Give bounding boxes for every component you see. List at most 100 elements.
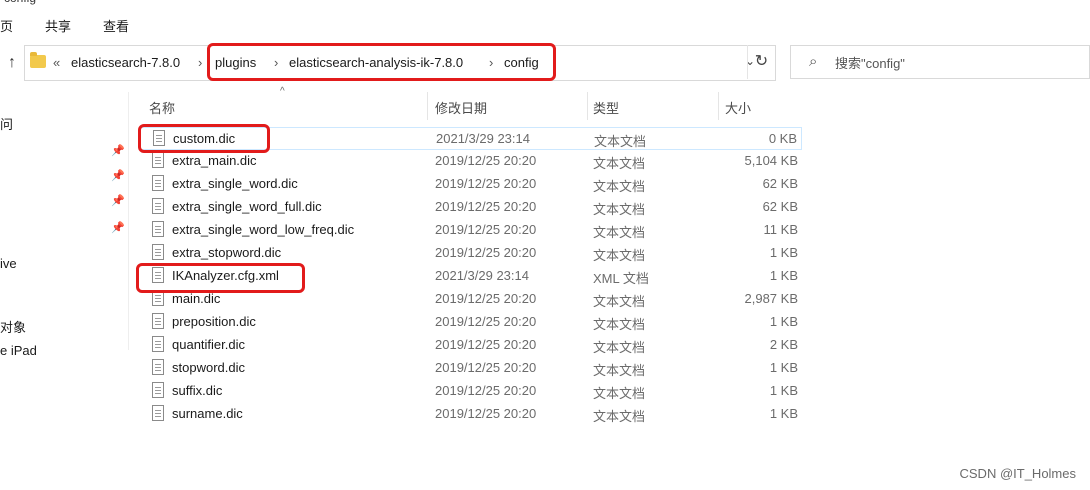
file-date: 2021/3/29 23:14 [436, 131, 530, 146]
file-name: extra_stopword.dic [172, 245, 282, 260]
file-row[interactable]: stopword.dic 2019/12/25 20:20 文本文档 1 KB [140, 357, 802, 380]
file-type: 文本文档 [593, 363, 646, 378]
column-header: ^ 名称 修改日期 类型 大小 [140, 86, 802, 120]
file-row[interactable]: extra_single_word_full.dic 2019/12/25 20… [140, 196, 802, 219]
breadcrumb-overflow[interactable]: « [53, 55, 60, 70]
nav-item[interactable]: 对象 [0, 317, 26, 336]
file-row[interactable]: extra_stopword.dic 2019/12/25 20:20 文本文档… [140, 242, 802, 265]
address-bar[interactable]: « elasticsearch-7.8.0 › plugins › elasti… [24, 45, 776, 81]
file-date: 2021/3/29 23:14 [435, 268, 529, 283]
nav-item[interactable]: e iPad [0, 343, 37, 358]
column-divider[interactable] [587, 92, 588, 120]
file-date: 2019/12/25 20:20 [435, 337, 537, 352]
document-icon [153, 130, 165, 146]
file-name: stopword.dic [172, 360, 245, 375]
breadcrumb-plugins[interactable]: plugins [215, 55, 256, 70]
file-name: extra_main.dic [172, 153, 257, 168]
file-name: custom.dic [173, 131, 236, 146]
file-date: 2019/12/25 20:20 [435, 383, 537, 398]
file-size: 2 KB [769, 337, 798, 352]
pin-icon: 📌 [111, 145, 125, 157]
breadcrumb-analysis-ik[interactable]: elasticsearch-analysis-ik-7.8.0 [289, 55, 463, 70]
document-icon [152, 198, 164, 214]
file-date: 2019/12/25 20:20 [435, 153, 537, 168]
file-name: extra_single_word_full.dic [172, 199, 322, 214]
column-type[interactable]: 类型 [593, 98, 619, 117]
document-icon [152, 336, 164, 352]
breadcrumb-config[interactable]: config [504, 55, 539, 70]
document-icon [152, 359, 164, 375]
file-name: extra_single_word_low_freq.dic [172, 222, 355, 237]
document-icon [152, 290, 164, 306]
address-row: ↑ « elasticsearch-7.8.0 › plugins › elas… [0, 40, 1090, 86]
file-size: 11 KB [763, 222, 798, 237]
file-type: 文本文档 [593, 202, 646, 217]
file-type: XML 文档 [593, 271, 649, 286]
file-size: 1 KB [769, 360, 798, 375]
file-size: 5,104 KB [744, 153, 799, 168]
file-name: surname.dic [172, 406, 243, 421]
pin-icon: 📌 [111, 195, 125, 207]
tab-view[interactable]: 查看 [103, 16, 129, 35]
file-row[interactable]: preposition.dic 2019/12/25 20:20 文本文档 1 … [140, 311, 802, 334]
file-type: 文本文档 [594, 134, 647, 149]
file-name: preposition.dic [172, 314, 256, 329]
file-type: 文本文档 [593, 225, 646, 240]
refresh-icon[interactable]: ↻ [747, 45, 775, 79]
search-box[interactable]: ⌕ [790, 45, 1090, 79]
file-row[interactable]: IKAnalyzer.cfg.xml 2021/3/29 23:14 XML 文… [140, 265, 802, 288]
watermark: CSDN @IT_Holmes [959, 466, 1077, 481]
column-divider[interactable] [427, 92, 428, 120]
file-size: 1 KB [769, 245, 798, 260]
file-row[interactable]: custom.dic 2021/3/29 23:14 文本文档 0 KB [140, 127, 802, 150]
column-size[interactable]: 大小 [725, 98, 751, 117]
file-date: 2019/12/25 20:20 [435, 291, 537, 306]
tab-share[interactable]: 共享 [45, 16, 71, 35]
document-icon [152, 267, 164, 283]
breadcrumb-elasticsearch[interactable]: elasticsearch-7.8.0 [71, 55, 180, 70]
file-row[interactable]: extra_single_word.dic 2019/12/25 20:20 文… [140, 173, 802, 196]
window-title: config [4, 0, 36, 5]
window-title-strip: config [0, 0, 1090, 6]
document-icon [152, 244, 164, 260]
chevron-right-icon[interactable]: › [489, 55, 493, 70]
file-row[interactable]: extra_main.dic 2019/12/25 20:20 文本文档 5,1… [140, 150, 802, 173]
column-date[interactable]: 修改日期 [435, 98, 487, 117]
document-icon [152, 405, 164, 421]
file-type: 文本文档 [593, 409, 646, 424]
column-divider[interactable] [718, 92, 719, 120]
file-row[interactable]: suffix.dic 2019/12/25 20:20 文本文档 1 KB [140, 380, 802, 403]
document-icon [152, 175, 164, 191]
ribbon: 页 共享 查看 [0, 8, 1090, 38]
file-date: 2019/12/25 20:20 [435, 360, 537, 375]
nav-item[interactable]: ive [0, 256, 17, 271]
pin-icon: 📌 [111, 222, 125, 234]
file-size: 1 KB [769, 314, 798, 329]
tab-home[interactable]: 页 [0, 16, 13, 35]
navigation-pane: 问 📌 📌 📌 📌 ive 对象 e iPad [0, 92, 128, 490]
document-icon [152, 152, 164, 168]
column-name[interactable]: 名称 [149, 98, 175, 117]
chevron-right-icon[interactable]: › [198, 55, 202, 70]
file-row[interactable]: quantifier.dic 2019/12/25 20:20 文本文档 2 K… [140, 334, 802, 357]
sort-ascending-icon: ^ [280, 86, 285, 97]
file-row[interactable]: main.dic 2019/12/25 20:20 文本文档 2,987 KB [140, 288, 802, 311]
up-arrow-icon[interactable]: ↑ [5, 54, 19, 72]
file-size: 1 KB [769, 268, 798, 283]
document-icon [152, 382, 164, 398]
file-type: 文本文档 [593, 340, 646, 355]
file-size: 1 KB [769, 406, 798, 421]
file-size: 1 KB [769, 383, 798, 398]
file-date: 2019/12/25 20:20 [435, 245, 537, 260]
search-input[interactable] [835, 54, 1075, 72]
folder-icon [30, 52, 46, 68]
file-row[interactable]: extra_single_word_low_freq.dic 2019/12/2… [140, 219, 802, 242]
file-name: IKAnalyzer.cfg.xml [172, 268, 279, 283]
nav-item[interactable]: 问 [0, 114, 13, 133]
document-icon [152, 313, 164, 329]
file-row[interactable]: surname.dic 2019/12/25 20:20 文本文档 1 KB [140, 403, 802, 426]
search-icon: ⌕ [809, 53, 818, 70]
chevron-right-icon[interactable]: › [274, 55, 278, 70]
document-icon [152, 221, 164, 237]
file-date: 2019/12/25 20:20 [435, 314, 537, 329]
